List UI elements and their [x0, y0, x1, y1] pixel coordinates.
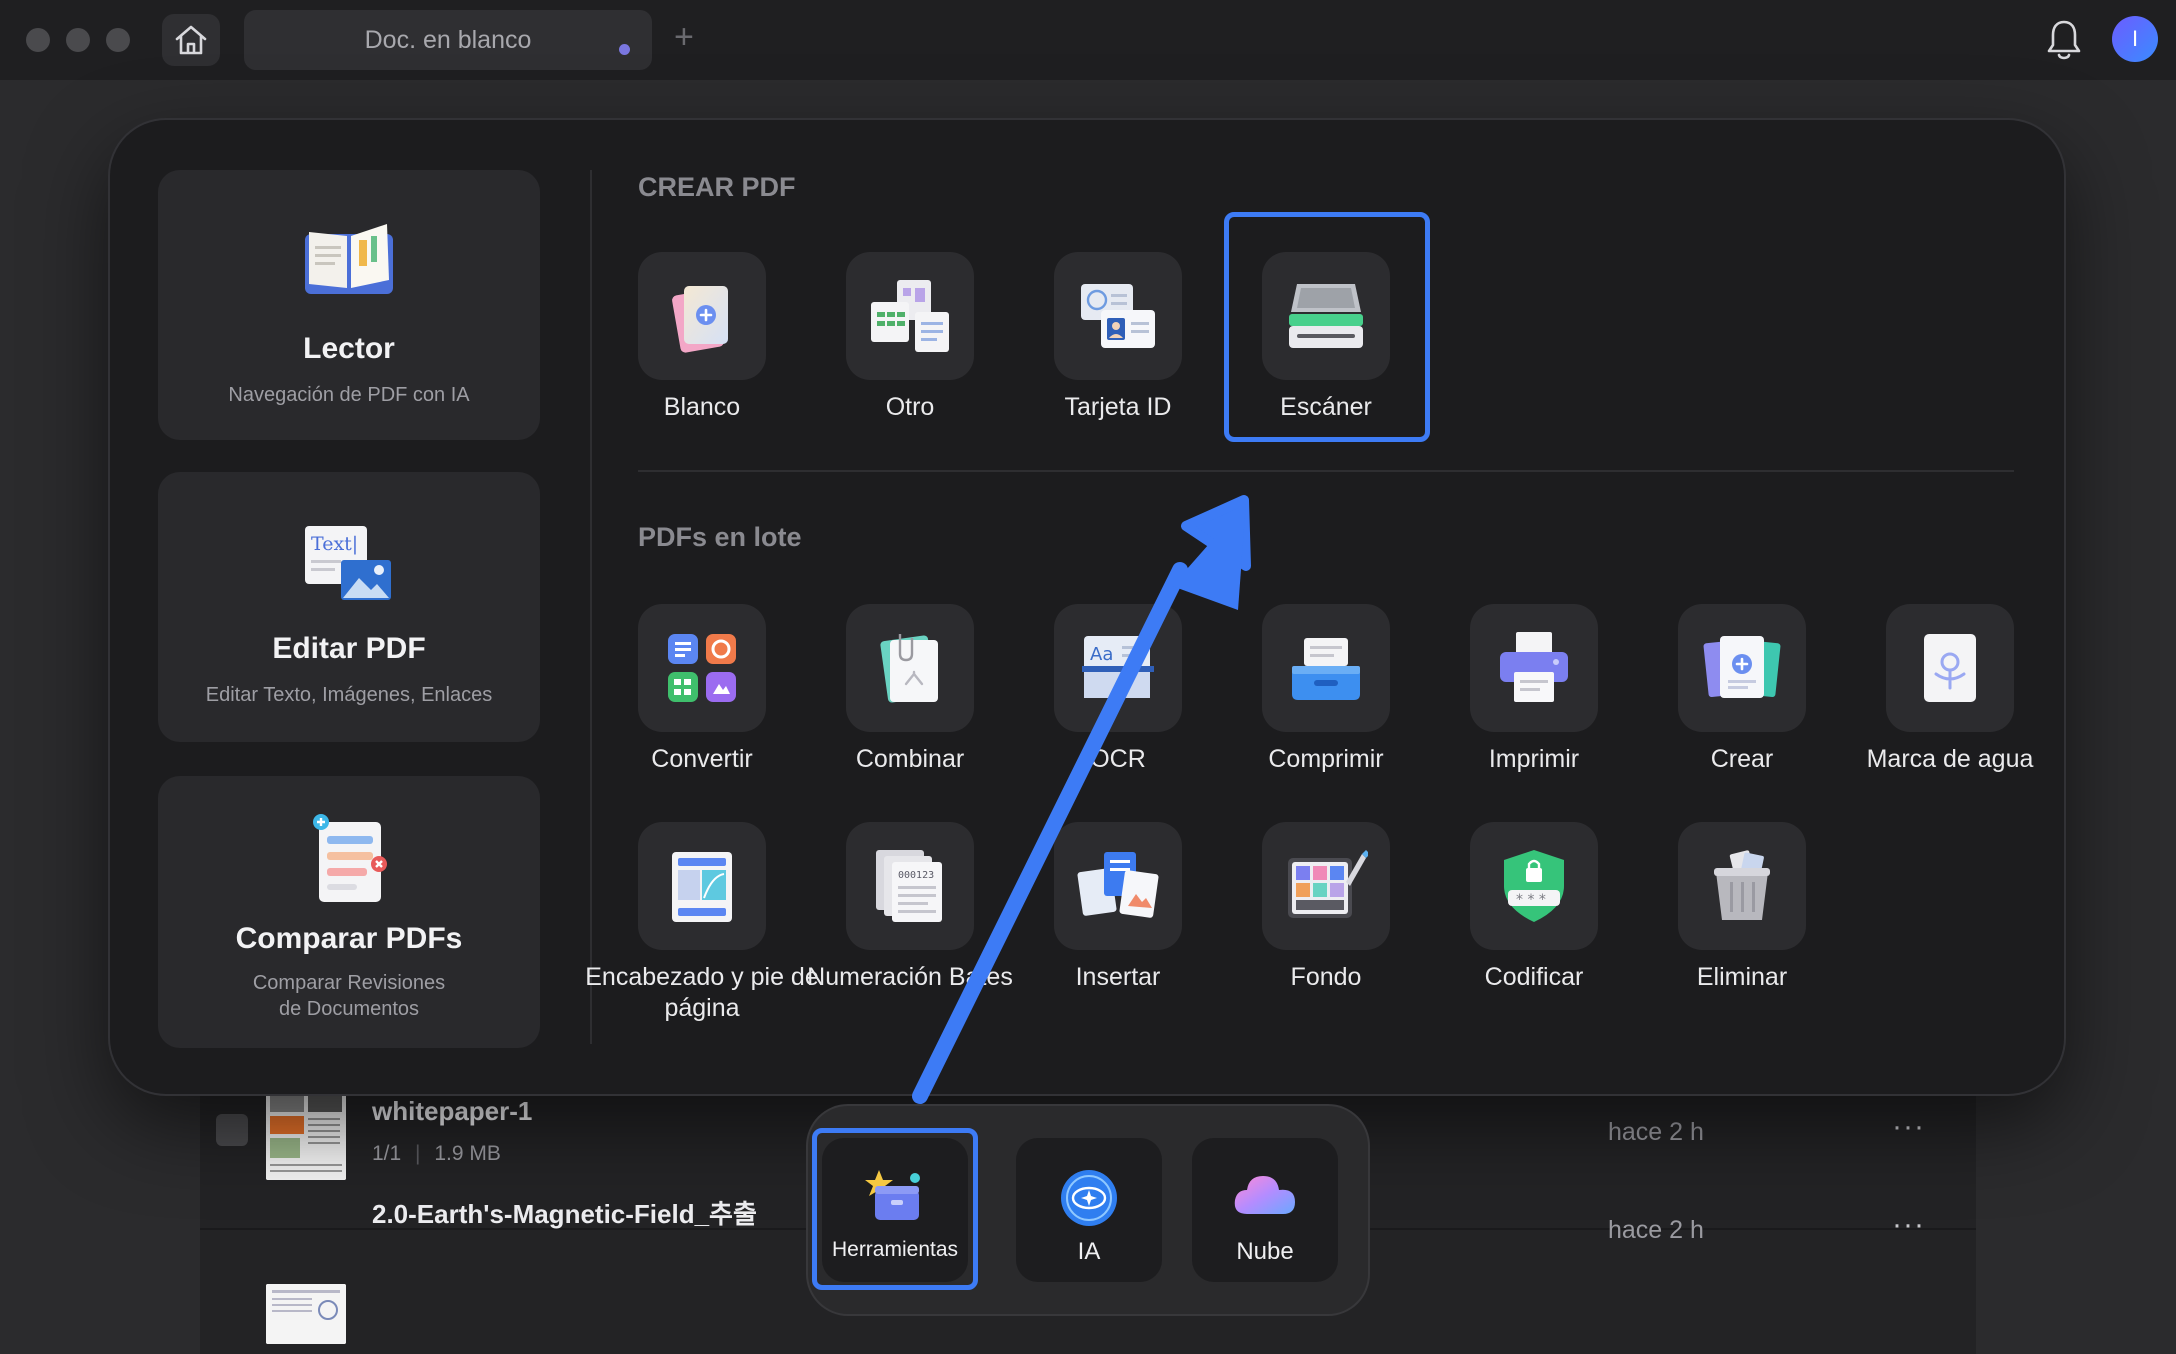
editar-pdf-subtitle: Editar Texto, Imágenes, Enlaces	[205, 684, 493, 706]
document-tab[interactable]: Doc. en blanco	[244, 10, 652, 70]
insert-pages-icon	[1077, 852, 1159, 918]
file-pages: 1/1	[372, 1142, 402, 1165]
compare-documents-icon	[313, 814, 387, 902]
tool-insertar[interactable]: Insertar	[1014, 822, 1222, 1022]
comparar-pdfs-subtitle: Comparar Revisiones de Documentos	[158, 970, 540, 1022]
background-palette-icon	[1288, 850, 1368, 918]
compress-tray-icon	[1292, 638, 1360, 700]
editar-pdf-card[interactable]: Text| Editar PDF Editar Texto, Imágenes,…	[158, 472, 540, 742]
pdfs-en-lote-heading: PDFs en lote	[638, 522, 802, 552]
watermark-icon	[1924, 634, 1976, 702]
printer-icon	[1500, 632, 1568, 702]
tool-eliminar[interactable]: Eliminar	[1638, 822, 1846, 1022]
crear-pdf-heading: CREAR PDF	[638, 172, 796, 202]
blank-document-icon	[672, 286, 728, 353]
tool-blanco[interactable]: Blanco	[598, 252, 806, 452]
trash-bin-icon	[1714, 850, 1770, 920]
tool-ocr[interactable]: Aa OCR	[1014, 604, 1222, 804]
herramientas-highlight	[812, 1128, 978, 1290]
create-pdf-icon	[1703, 636, 1781, 698]
tool-combinar[interactable]: Combinar	[806, 604, 1014, 804]
cloud-icon	[1234, 1176, 1295, 1214]
lector-card[interactable]: Lector Navegación de PDF con IA	[158, 170, 540, 440]
file-meta: 1/1 | 1.9 MB	[372, 1142, 501, 1165]
window-zoom-button[interactable]	[106, 28, 130, 52]
section-divider	[638, 470, 2014, 472]
combine-files-icon	[880, 634, 938, 703]
tool-marca-de-agua-label: Marca de agua	[1866, 745, 2034, 773]
lector-title: Lector	[303, 332, 395, 365]
bates-numbering-icon: 000123	[876, 850, 942, 922]
ia-label: IA	[1077, 1238, 1101, 1265]
user-avatar[interactable]: I	[2112, 16, 2158, 62]
avatar-initial: I	[2131, 26, 2139, 51]
document-tab-label: Doc. en blanco	[364, 25, 532, 54]
file-thumbnail	[266, 1086, 346, 1180]
lector-subtitle: Navegación de PDF con IA	[228, 384, 470, 406]
file-size: 1.9 MB	[434, 1142, 501, 1165]
home-button[interactable]	[162, 14, 220, 66]
tool-imprimir[interactable]: Imprimir	[1430, 604, 1638, 804]
id-card-icon	[1081, 284, 1155, 348]
ai-assistant-icon	[1061, 1170, 1117, 1226]
tool-numeracion-bates[interactable]: 000123 Numeración Bates	[806, 822, 1014, 1022]
file-name[interactable]: 2.0-Earth's-Magnetic-Field_추출	[372, 1194, 757, 1231]
svg-text:Text|: Text|	[311, 533, 358, 555]
nube-button[interactable]: Nube	[1192, 1138, 1338, 1282]
new-tab-button[interactable]: +	[674, 18, 694, 57]
file-more-button[interactable]: ···	[1892, 1110, 1925, 1144]
unsaved-dot-icon	[619, 44, 630, 55]
file-more-button[interactable]: ···	[1892, 1208, 1925, 1242]
tool-crear[interactable]: Crear	[1638, 604, 1846, 804]
tool-otro[interactable]: Otro	[806, 252, 1014, 452]
tool-fondo[interactable]: Fondo	[1222, 822, 1430, 1022]
bell-icon	[2047, 20, 2081, 60]
tool-comprimir[interactable]: Comprimir	[1222, 604, 1430, 804]
title-bar: Doc. en blanco + I	[0, 0, 2176, 80]
comparar-subtitle-line2: de Documentos	[278, 998, 420, 1020]
tool-convertir[interactable]: Convertir	[598, 604, 806, 804]
file-name[interactable]: whitepaper-1	[372, 1096, 532, 1127]
svg-text:* * *: * * *	[1516, 892, 1546, 908]
tool-encabezado[interactable]: Encabezado y pie de página	[585, 822, 819, 1022]
window-minimize-button[interactable]	[66, 28, 90, 52]
ia-button[interactable]: IA	[1016, 1138, 1162, 1282]
tool-eliminar-label: Eliminar	[1696, 963, 1788, 991]
file-thumbnail	[266, 1284, 346, 1344]
tools-panel: Lector Navegación de PDF con IA Text| Ed…	[110, 120, 2064, 1094]
home-icon	[175, 25, 207, 55]
svg-text:Aa: Aa	[1090, 644, 1113, 665]
window-close-button[interactable]	[26, 28, 50, 52]
ocr-icon: Aa	[1082, 636, 1154, 698]
edit-text-image-icon: Text|	[305, 526, 391, 600]
escaner-highlight	[1224, 212, 1430, 442]
encrypt-shield-icon: * * *	[1504, 850, 1564, 922]
file-checkbox[interactable]	[216, 1114, 248, 1146]
tool-tarjeta-id[interactable]: Tarjeta ID	[1014, 252, 1222, 452]
editar-pdf-title: Editar PDF	[272, 632, 426, 665]
tool-codificar[interactable]: * * * Codificar	[1430, 822, 1638, 1022]
bottom-dock: Herramientas IA Nube	[808, 1106, 1368, 1314]
comparar-subtitle-line1: Comparar Revisiones	[252, 972, 446, 994]
file-modified-time: hace 2 h	[1608, 1216, 1704, 1244]
tool-marca-de-agua[interactable]: Marca de agua	[1846, 604, 2054, 804]
nube-label: Nube	[1236, 1238, 1294, 1265]
svg-text:000123: 000123	[898, 870, 934, 881]
book-reader-icon	[305, 224, 393, 294]
convert-grid-icon	[668, 634, 736, 702]
other-files-icon	[871, 280, 949, 352]
header-footer-icon	[672, 852, 732, 922]
comparar-pdfs-card[interactable]: Comparar PDFs Comparar Revisiones de Doc…	[158, 776, 540, 1048]
file-modified-time: hace 2 h	[1608, 1118, 1704, 1146]
comparar-pdfs-title: Comparar PDFs	[235, 922, 463, 955]
notifications-button[interactable]	[2046, 18, 2082, 67]
panel-divider	[590, 170, 592, 1044]
